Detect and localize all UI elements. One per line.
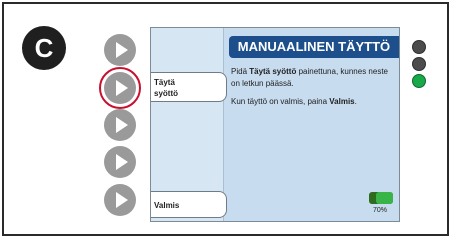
device-screen: Täytä syöttö Valmis MANUAALINEN TÄYTTÖ P… bbox=[150, 27, 400, 222]
play-arrow-icon bbox=[116, 42, 128, 58]
softkey-1[interactable] bbox=[104, 34, 136, 66]
battery-percent: 70% bbox=[372, 207, 387, 214]
play-arrow-icon bbox=[116, 80, 128, 96]
fill-label-line1: Täytä bbox=[154, 78, 175, 87]
indicator-light-2 bbox=[412, 57, 426, 71]
play-arrow-icon bbox=[116, 117, 128, 133]
play-arrow-icon bbox=[116, 154, 128, 170]
softkey-3[interactable] bbox=[104, 109, 136, 141]
play-arrow-icon bbox=[116, 192, 128, 208]
softkey-2[interactable] bbox=[99, 67, 141, 109]
instruction-text: Pidä Täytä syöttö painettuna, kunnes nes… bbox=[231, 66, 397, 114]
instruction-paragraph-1: Pidä Täytä syöttö painettuna, kunnes nes… bbox=[231, 67, 388, 88]
indicator-light-3 bbox=[412, 74, 426, 88]
instruction-paragraph-2: Kun täyttö on valmis, paina Valmis. bbox=[231, 97, 357, 106]
done-softkey-label[interactable]: Valmis bbox=[151, 191, 227, 218]
step-badge: C bbox=[22, 26, 66, 70]
indicator-light-1 bbox=[412, 40, 426, 54]
softkey-4[interactable] bbox=[104, 146, 136, 178]
fill-label-line2: syöttö bbox=[154, 89, 178, 98]
done-label: Valmis bbox=[154, 201, 180, 210]
battery-icon bbox=[369, 192, 393, 204]
fill-softkey-label[interactable]: Täytä syöttö bbox=[151, 72, 227, 102]
screen-title: MANUAALINEN TÄYTTÖ bbox=[229, 36, 399, 58]
battery-fill bbox=[376, 192, 393, 204]
softkey-5[interactable] bbox=[104, 184, 136, 216]
